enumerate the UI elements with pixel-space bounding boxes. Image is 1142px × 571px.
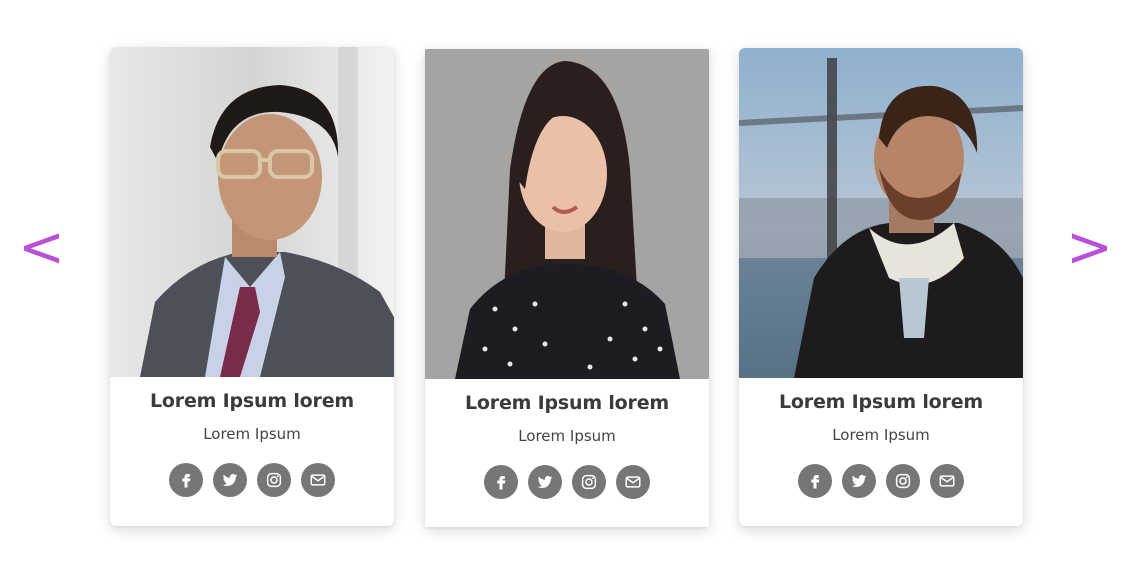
facebook-icon[interactable]	[484, 465, 518, 499]
facebook-icon[interactable]	[169, 463, 203, 497]
facebook-icon[interactable]	[798, 464, 832, 498]
team-member-name: Lorem Ipsum lorem	[465, 392, 669, 414]
mail-icon[interactable]	[930, 464, 964, 498]
team-member-role: Lorem Ipsum	[203, 425, 301, 443]
social-links	[110, 463, 394, 497]
mail-icon[interactable]	[301, 463, 335, 497]
team-card: Lorem Ipsum lorem Lorem Ipsum	[425, 49, 709, 527]
team-member-photo	[110, 47, 394, 377]
team-member-photo	[739, 48, 1023, 378]
instagram-icon[interactable]	[572, 465, 606, 499]
mail-icon[interactable]	[616, 465, 650, 499]
carousel-prev-arrow[interactable]: <	[18, 218, 65, 278]
instagram-icon[interactable]	[257, 463, 291, 497]
social-links	[739, 464, 1023, 498]
team-member-role: Lorem Ipsum	[832, 426, 930, 444]
team-member-photo	[425, 49, 709, 379]
team-member-role: Lorem Ipsum	[518, 427, 616, 445]
team-member-name: Lorem Ipsum lorem	[150, 390, 354, 412]
instagram-icon[interactable]	[886, 464, 920, 498]
team-carousel: < > Lorem Ipsum lorem Lorem Ipsum Lorem …	[0, 0, 1142, 571]
social-links	[425, 465, 709, 499]
twitter-icon[interactable]	[842, 464, 876, 498]
team-card: Lorem Ipsum lorem Lorem Ipsum	[739, 48, 1023, 526]
team-card: Lorem Ipsum lorem Lorem Ipsum	[110, 47, 394, 526]
twitter-icon[interactable]	[213, 463, 247, 497]
team-member-name: Lorem Ipsum lorem	[779, 391, 983, 413]
carousel-next-arrow[interactable]: >	[1066, 218, 1113, 278]
twitter-icon[interactable]	[528, 465, 562, 499]
